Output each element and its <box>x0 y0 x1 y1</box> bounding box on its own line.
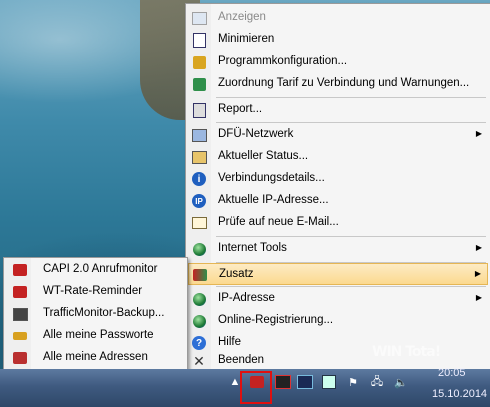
menu-item-label: Aktuelle IP-Adresse... <box>218 194 329 206</box>
menu-item-label: DFÜ-Netzwerk <box>218 128 294 140</box>
menu-item-label: Internet Tools <box>218 242 287 254</box>
submenu-arrow-icon: ▶ <box>475 243 482 252</box>
menu-item-label: Prüfe auf neue E-Mail... <box>218 216 339 228</box>
submenu-item-capi-anrufmonitor[interactable]: CAPI 2.0 Anrufmonitor <box>6 259 185 281</box>
phone-icon <box>12 262 28 278</box>
submenu-item-passworte[interactable]: Alle meine Passworte <box>6 325 185 347</box>
monitor-icon[interactable] <box>320 373 338 391</box>
submenu-item-adressen[interactable]: Alle meine Adressen <box>6 347 185 369</box>
menu-item-label: Alle meine Adressen <box>43 351 148 363</box>
menu-item-report[interactable]: Report... <box>188 99 488 121</box>
menu-item-label: Hilfe <box>218 336 242 348</box>
menu-item-zuordnung-tarif[interactable]: Zuordnung Tarif zu Verbindung und Warnun… <box>188 73 488 95</box>
submenu-item-trafficmonitor-backup[interactable]: TrafficMonitor-Backup... <box>6 303 185 325</box>
menu-item-label: Aktueller Status... <box>218 150 309 162</box>
menu-separator <box>216 286 486 287</box>
menu-item-label: Online-Registrierung... <box>218 314 334 326</box>
menu-item-label: Programmkonfiguration... <box>218 55 348 67</box>
mail-icon <box>191 215 207 231</box>
network-meter-icon[interactable] <box>274 373 292 391</box>
submenu-arrow-icon: ▶ <box>475 129 482 138</box>
phone-icon <box>12 284 28 300</box>
tray-context-menu: Anzeigen Minimieren Programmkonfiguratio… <box>185 3 490 371</box>
tray-highlight-frame <box>240 371 272 404</box>
menu-item-pruefe-email[interactable]: Prüfe auf neue E-Mail... <box>188 212 488 234</box>
network-icon <box>191 127 207 143</box>
flag-icon[interactable]: ⚑ <box>344 373 362 391</box>
info-icon: i <box>191 171 207 187</box>
menu-item-label: Zuordnung Tarif zu Verbindung und Warnun… <box>218 77 470 89</box>
submenu-item-wt-rate-reminder[interactable]: WT-Rate-Reminder <box>6 281 185 303</box>
menu-separator <box>216 122 486 123</box>
menu-item-ip-adresse[interactable]: IP-Adresse ▶ <box>188 288 488 310</box>
menu-item-minimieren[interactable]: Minimieren <box>188 29 488 51</box>
menu-item-online-registrierung[interactable]: Online-Registrierung... <box>188 310 488 332</box>
menu-item-aktueller-status[interactable]: Aktueller Status... <box>188 146 488 168</box>
menu-item-anzeigen[interactable]: Anzeigen <box>188 7 488 29</box>
backup-icon <box>12 306 28 322</box>
menu-item-label: TrafficMonitor-Backup... <box>43 307 165 319</box>
menu-item-programmkonfiguration[interactable]: Programmkonfiguration... <box>188 51 488 73</box>
config-icon <box>191 54 207 70</box>
menu-separator <box>216 97 486 98</box>
menu-item-aktuelle-ip[interactable]: IP Aktuelle IP-Adresse... <box>188 190 488 212</box>
network-icon[interactable]: 🖧 <box>368 373 386 391</box>
registration-icon <box>191 313 207 329</box>
zusatz-submenu: CAPI 2.0 Anrufmonitor WT-Rate-Reminder T… <box>3 257 188 370</box>
traffic-graph-icon[interactable] <box>296 373 314 391</box>
addons-icon <box>192 267 208 283</box>
menu-item-dfue-netzwerk[interactable]: DFÜ-Netzwerk ▶ <box>188 124 488 146</box>
menu-item-zusatz[interactable]: Zusatz ▶ <box>188 263 488 285</box>
status-icon <box>191 149 207 165</box>
menu-item-internet-tools[interactable]: Internet Tools ▶ <box>188 238 488 260</box>
clock-time[interactable]: 20:05 <box>438 367 466 379</box>
menu-item-label: Beenden <box>218 354 265 366</box>
submenu-arrow-icon: ▶ <box>475 293 482 302</box>
document-icon <box>191 32 207 48</box>
menu-item-label: Zusatz <box>219 268 254 280</box>
help-icon: ? <box>191 335 207 351</box>
calculator-icon <box>191 76 207 92</box>
menu-item-label: Report... <box>218 103 263 115</box>
report-icon <box>191 102 207 118</box>
menu-item-label: Anzeigen <box>218 11 266 23</box>
key-icon <box>12 328 28 344</box>
ip-icon: IP <box>191 193 207 209</box>
window-icon <box>191 10 207 26</box>
menu-item-verbindungsdetails[interactable]: i Verbindungsdetails... <box>188 168 488 190</box>
ip-globe-icon <box>191 291 207 307</box>
clock-date[interactable]: 15.10.2014 <box>432 388 487 400</box>
menu-separator <box>216 236 486 237</box>
addressbook-icon <box>12 350 28 366</box>
menu-item-label: IP-Adresse <box>218 292 275 304</box>
close-icon: ✕ <box>193 352 205 369</box>
menu-item-label: CAPI 2.0 Anrufmonitor <box>43 263 158 275</box>
menu-item-label: Verbindungsdetails... <box>218 172 325 184</box>
menu-item-label: Minimieren <box>218 33 275 45</box>
menu-item-label: Alle meine Passworte <box>43 329 154 341</box>
speaker-icon[interactable]: 🔈 <box>392 373 410 391</box>
submenu-arrow-icon: ▶ <box>474 269 481 278</box>
menu-item-label: WT-Rate-Reminder <box>43 285 143 297</box>
globe-icon <box>191 241 207 257</box>
